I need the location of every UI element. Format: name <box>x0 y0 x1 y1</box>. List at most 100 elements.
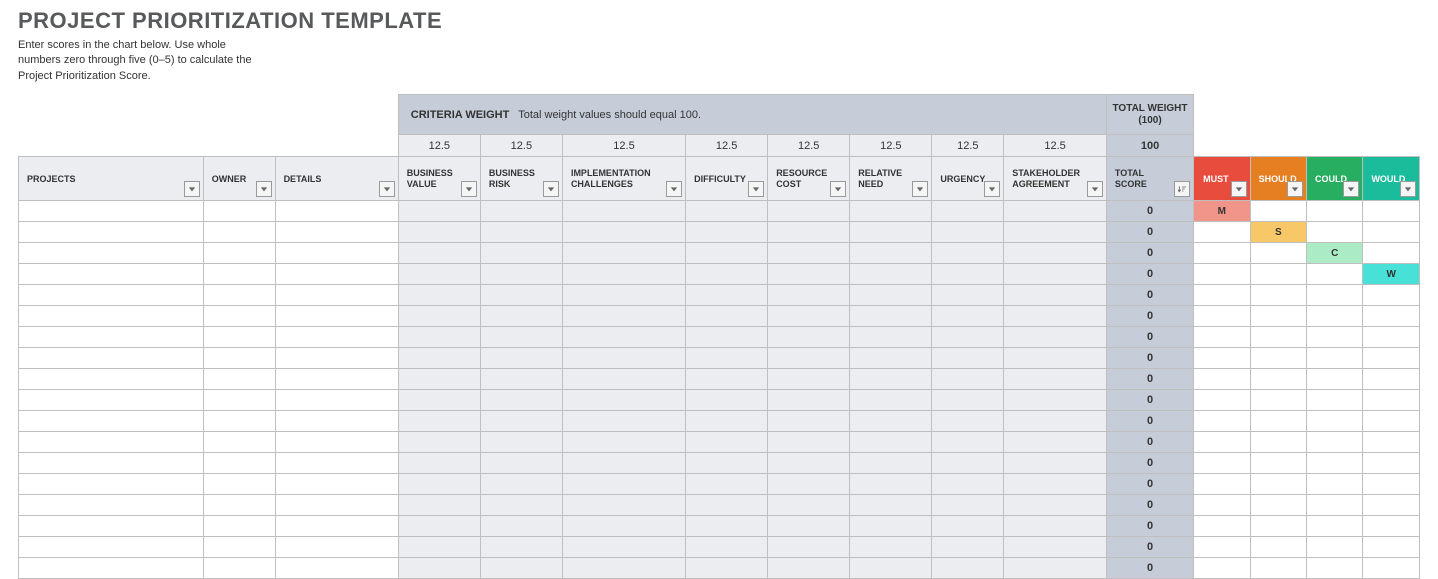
moscow-cell[interactable] <box>1363 243 1420 264</box>
criteria-cell[interactable] <box>562 453 685 474</box>
weight-cell[interactable]: 12.5 <box>768 135 850 157</box>
criteria-cell[interactable] <box>562 201 685 222</box>
data-cell[interactable] <box>203 306 275 327</box>
data-cell[interactable] <box>275 306 398 327</box>
data-cell[interactable] <box>19 495 204 516</box>
moscow-cell[interactable] <box>1250 264 1306 285</box>
criteria-cell[interactable] <box>686 453 768 474</box>
data-cell[interactable] <box>275 348 398 369</box>
data-cell[interactable] <box>203 558 275 579</box>
moscow-cell[interactable] <box>1307 516 1363 537</box>
criteria-cell[interactable] <box>768 453 850 474</box>
moscow-cell[interactable] <box>1194 348 1250 369</box>
criteria-cell[interactable] <box>768 558 850 579</box>
data-cell[interactable] <box>275 201 398 222</box>
data-cell[interactable] <box>275 390 398 411</box>
criteria-cell[interactable] <box>398 327 480 348</box>
data-cell[interactable] <box>275 264 398 285</box>
moscow-cell[interactable] <box>1307 558 1363 579</box>
criteria-cell[interactable] <box>686 390 768 411</box>
criteria-cell[interactable] <box>562 432 685 453</box>
moscow-cell[interactable] <box>1250 327 1306 348</box>
moscow-cell[interactable] <box>1307 537 1363 558</box>
data-cell[interactable] <box>275 537 398 558</box>
moscow-cell[interactable] <box>1307 222 1363 243</box>
data-cell[interactable] <box>19 243 204 264</box>
data-cell[interactable] <box>19 327 204 348</box>
criteria-cell[interactable] <box>768 327 850 348</box>
data-cell[interactable] <box>203 537 275 558</box>
moscow-cell[interactable] <box>1307 264 1363 285</box>
data-cell[interactable] <box>19 390 204 411</box>
data-cell[interactable] <box>203 369 275 390</box>
criteria-cell[interactable] <box>932 306 1004 327</box>
criteria-cell[interactable] <box>480 537 562 558</box>
criteria-cell[interactable] <box>932 327 1004 348</box>
moscow-cell[interactable] <box>1194 474 1250 495</box>
data-cell[interactable] <box>19 264 204 285</box>
criteria-cell[interactable] <box>932 348 1004 369</box>
criteria-cell[interactable] <box>1004 411 1107 432</box>
criteria-cell[interactable] <box>480 201 562 222</box>
criteria-cell[interactable] <box>398 285 480 306</box>
criteria-cell[interactable] <box>480 348 562 369</box>
moscow-cell[interactable]: W <box>1363 264 1420 285</box>
criteria-cell[interactable] <box>686 348 768 369</box>
moscow-cell[interactable] <box>1194 222 1250 243</box>
moscow-cell[interactable] <box>1363 222 1420 243</box>
criteria-cell[interactable] <box>398 537 480 558</box>
moscow-cell[interactable] <box>1194 306 1250 327</box>
data-cell[interactable] <box>203 264 275 285</box>
criteria-cell[interactable] <box>768 243 850 264</box>
criteria-cell[interactable] <box>398 495 480 516</box>
filter-button[interactable] <box>1400 181 1416 197</box>
criteria-cell[interactable] <box>398 369 480 390</box>
criteria-cell[interactable] <box>1004 453 1107 474</box>
data-cell[interactable] <box>203 474 275 495</box>
data-cell[interactable] <box>19 222 204 243</box>
criteria-cell[interactable] <box>850 369 932 390</box>
criteria-cell[interactable] <box>562 306 685 327</box>
data-cell[interactable] <box>203 411 275 432</box>
weight-cell[interactable]: 12.5 <box>398 135 480 157</box>
criteria-cell[interactable] <box>398 243 480 264</box>
criteria-cell[interactable] <box>562 222 685 243</box>
moscow-cell[interactable] <box>1307 348 1363 369</box>
moscow-cell[interactable] <box>1194 516 1250 537</box>
moscow-cell[interactable] <box>1363 348 1420 369</box>
weight-cell[interactable]: 12.5 <box>480 135 562 157</box>
criteria-cell[interactable] <box>1004 432 1107 453</box>
criteria-cell[interactable] <box>768 516 850 537</box>
criteria-cell[interactable] <box>850 285 932 306</box>
filter-button[interactable] <box>461 181 477 197</box>
moscow-cell[interactable] <box>1250 306 1306 327</box>
criteria-cell[interactable] <box>686 495 768 516</box>
criteria-cell[interactable] <box>398 306 480 327</box>
criteria-cell[interactable] <box>850 327 932 348</box>
criteria-cell[interactable] <box>686 516 768 537</box>
moscow-cell[interactable] <box>1250 558 1306 579</box>
data-cell[interactable] <box>203 327 275 348</box>
data-cell[interactable] <box>19 369 204 390</box>
weight-cell[interactable]: 12.5 <box>932 135 1004 157</box>
moscow-cell[interactable] <box>1363 516 1420 537</box>
criteria-cell[interactable] <box>686 327 768 348</box>
data-cell[interactable] <box>19 558 204 579</box>
moscow-cell[interactable] <box>1194 432 1250 453</box>
moscow-cell[interactable] <box>1307 453 1363 474</box>
moscow-cell[interactable] <box>1194 495 1250 516</box>
weight-cell[interactable]: 12.5 <box>850 135 932 157</box>
criteria-cell[interactable] <box>480 432 562 453</box>
criteria-cell[interactable] <box>562 285 685 306</box>
criteria-cell[interactable] <box>480 474 562 495</box>
criteria-cell[interactable] <box>398 201 480 222</box>
criteria-cell[interactable] <box>1004 264 1107 285</box>
criteria-cell[interactable] <box>850 516 932 537</box>
criteria-cell[interactable] <box>1004 516 1107 537</box>
data-cell[interactable] <box>275 558 398 579</box>
criteria-cell[interactable] <box>480 264 562 285</box>
moscow-cell[interactable] <box>1307 285 1363 306</box>
moscow-cell[interactable] <box>1307 390 1363 411</box>
criteria-cell[interactable] <box>1004 222 1107 243</box>
criteria-cell[interactable] <box>480 327 562 348</box>
